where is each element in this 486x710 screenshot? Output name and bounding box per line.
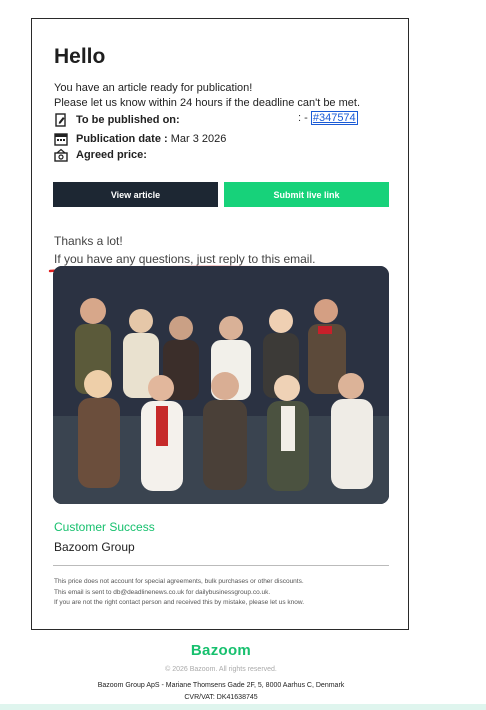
reference-prefix: : - [298, 112, 311, 124]
footer-address-line: Bazoom Group ApS - Mariane Thomsens Gade… [97, 682, 345, 689]
divider [53, 565, 389, 566]
view-article-button[interactable]: View article [53, 182, 218, 207]
fine-print: This price does not account for special … [54, 577, 304, 609]
footer-vat: CVR/VAT: DK41638745 [184, 694, 258, 701]
intro-line: You have an article ready for publicatio… [54, 82, 253, 94]
fine-print-line: This email is sent to db@deadlinenews.co… [54, 588, 271, 596]
email-card: Hello You have an article ready for publ… [31, 18, 409, 630]
agreed-price-row: Agreed price: [54, 147, 147, 163]
team-photo [53, 266, 389, 504]
footer-address: Bazoom Group ApS - Mariane Thomsens Gade… [0, 680, 442, 704]
calendar-icon [54, 133, 68, 146]
published-on-label: To be published on: [76, 114, 180, 126]
bazoom-logo: Bazoom [190, 642, 252, 659]
signature-company: Bazoom Group [54, 540, 135, 554]
greeting-heading: Hello [54, 45, 106, 68]
fine-print-line: If you are not the right contact person … [54, 599, 305, 606]
published-on-row: To be published on: [54, 112, 180, 128]
agreed-price-label: Agreed price: [76, 149, 147, 161]
intro-text: You have an article ready for publicatio… [54, 81, 360, 111]
footer-copyright: © 2026 Bazoom. All rights reserved. [165, 666, 277, 673]
submit-live-link-button[interactable]: Submit live link [224, 182, 389, 207]
thanks-line: Thanks a lot! [54, 234, 123, 248]
intro-line: Please let us know within 24 hours if th… [54, 97, 361, 109]
publication-date-row: Publication date : Mar 3 2026 [54, 131, 226, 147]
money-icon [54, 148, 68, 162]
fine-print-line: This price does not account for special … [54, 578, 304, 585]
bottom-strip [0, 704, 486, 710]
signature-department: Customer Success [54, 520, 155, 534]
reference-wrapper: : - #347574 [298, 111, 358, 125]
publication-date-value: Mar 3 2026 [170, 133, 227, 145]
publication-date-label: Publication date : [76, 133, 168, 145]
document-edit-icon [55, 113, 66, 127]
team-photo-illustration [53, 266, 389, 504]
reference-link[interactable]: #347574 [310, 111, 358, 125]
